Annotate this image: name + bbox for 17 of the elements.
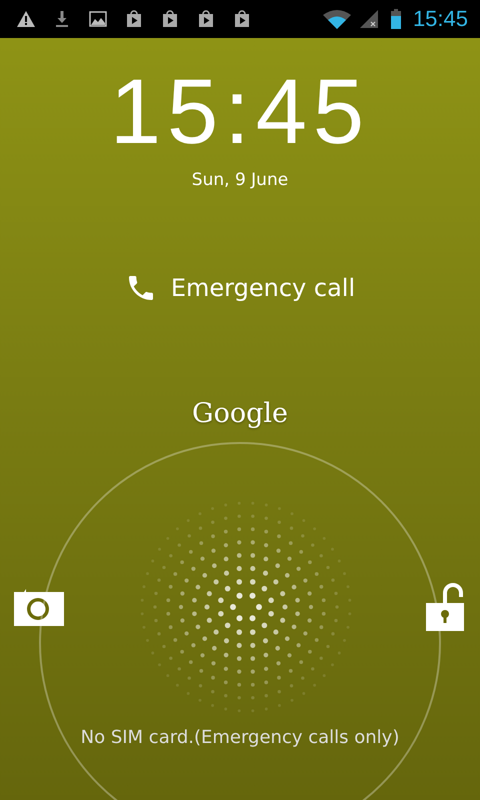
status-time: 15:45 [412, 6, 468, 32]
store-bag-icon [124, 9, 144, 29]
store-bag-icon [196, 9, 216, 29]
carrier-message: No SIM card.(Emergency calls only) [80, 727, 400, 748]
camera-icon[interactable] [12, 587, 66, 627]
clock-date: Sun, 9 June [192, 170, 288, 190]
brand-logo: Google [192, 398, 288, 429]
signal-icon [358, 9, 379, 29]
battery-icon [390, 8, 401, 30]
unlock-icon[interactable] [426, 583, 464, 631]
image-icon [88, 9, 108, 29]
clock-time: 15:45 [110, 66, 370, 158]
wifi-icon [320, 9, 353, 29]
warning-icon [16, 9, 36, 29]
store-bag-icon [160, 9, 180, 29]
store-bag-icon [232, 9, 252, 29]
emergency-call-button[interactable]: Emergency call [120, 268, 360, 308]
